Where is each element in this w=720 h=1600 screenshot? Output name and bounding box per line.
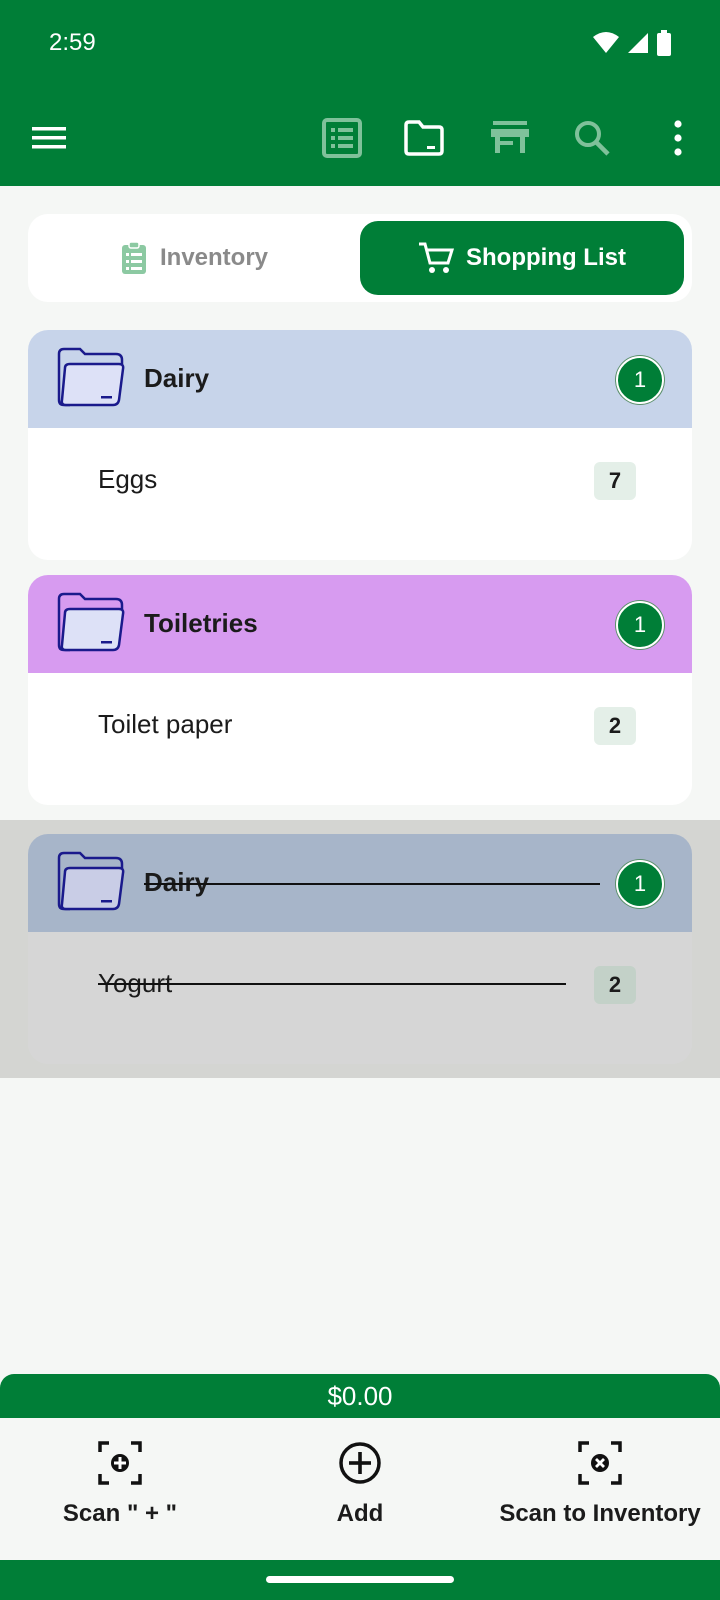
category-group: Toiletries 1 Toilet paper 2 xyxy=(28,575,692,805)
status-time: 2:59 xyxy=(49,29,96,56)
search-icon[interactable] xyxy=(566,112,618,164)
category-group: Dairy 1 Eggs 7 xyxy=(28,330,692,560)
folder-icon xyxy=(57,347,125,407)
total-amount: $0.00 xyxy=(327,1380,393,1411)
app-bar xyxy=(0,90,720,186)
category-count-badge: 1 xyxy=(616,860,664,908)
home-handle[interactable] xyxy=(266,1576,454,1583)
scan-add-icon xyxy=(98,1441,142,1485)
scan-remove-icon xyxy=(578,1441,622,1485)
add-button[interactable]: Add xyxy=(240,1440,480,1550)
category-count-badge: 1 xyxy=(616,601,664,649)
category-header[interactable]: Toiletries 1 xyxy=(28,575,692,673)
list-item[interactable]: Eggs 7 xyxy=(28,428,692,560)
view-toggle: Inventory Shopping List xyxy=(28,214,692,302)
list-item[interactable]: Yogurt 2 xyxy=(28,932,692,1064)
tab-shopping-list[interactable]: Shopping List xyxy=(360,221,684,295)
category-header[interactable]: Dairy 1 xyxy=(28,834,692,932)
battery-icon xyxy=(657,30,671,56)
status-bar: 2:59 xyxy=(0,0,720,90)
system-nav-bar xyxy=(0,1560,720,1600)
item-quantity: 2 xyxy=(594,966,636,1004)
category-header[interactable]: Dairy 1 xyxy=(28,330,692,428)
folder-icon[interactable] xyxy=(398,112,450,164)
category-group-completed: Dairy 1 Yogurt 2 xyxy=(28,834,692,1064)
folder-icon xyxy=(57,592,125,652)
add-circle-icon xyxy=(339,1442,381,1484)
tab-inventory-label: Inventory xyxy=(159,244,269,271)
more-vert-icon[interactable] xyxy=(652,112,704,164)
total-bar: $0.00 xyxy=(0,1374,720,1418)
status-icons xyxy=(592,30,672,56)
item-quantity: 2 xyxy=(594,707,636,745)
category-title: Dairy xyxy=(144,363,210,393)
list-icon[interactable] xyxy=(316,112,368,164)
strikethrough-line xyxy=(144,883,600,885)
list-item[interactable]: Toilet paper 2 xyxy=(28,673,692,805)
folder-icon xyxy=(57,851,125,911)
clipboard-list-icon xyxy=(121,241,146,274)
bottom-action-bar: Scan " + " Add Scan to Inventory xyxy=(0,1418,720,1560)
menu-icon[interactable] xyxy=(23,112,75,164)
item-name: Toilet paper xyxy=(98,709,233,739)
wifi-icon xyxy=(593,32,619,53)
scan-to-inventory-label: Scan to Inventory xyxy=(499,1500,701,1527)
store-icon[interactable] xyxy=(484,112,536,164)
cart-icon xyxy=(419,242,454,273)
tab-shopping-list-label: Shopping List xyxy=(466,244,626,271)
strikethrough-line xyxy=(98,983,566,985)
scan-add-label: Scan " + " xyxy=(62,1500,178,1527)
item-quantity: 7 xyxy=(594,462,636,500)
tab-inventory[interactable]: Inventory xyxy=(28,221,360,295)
item-name: Eggs xyxy=(98,464,158,494)
category-count-badge: 1 xyxy=(616,356,664,404)
add-label: Add xyxy=(336,1500,384,1527)
category-title: Toiletries xyxy=(144,608,258,638)
scan-add-button[interactable]: Scan " + " xyxy=(0,1440,240,1550)
scan-to-inventory-button[interactable]: Scan to Inventory xyxy=(480,1440,720,1550)
signal-icon xyxy=(628,33,648,53)
